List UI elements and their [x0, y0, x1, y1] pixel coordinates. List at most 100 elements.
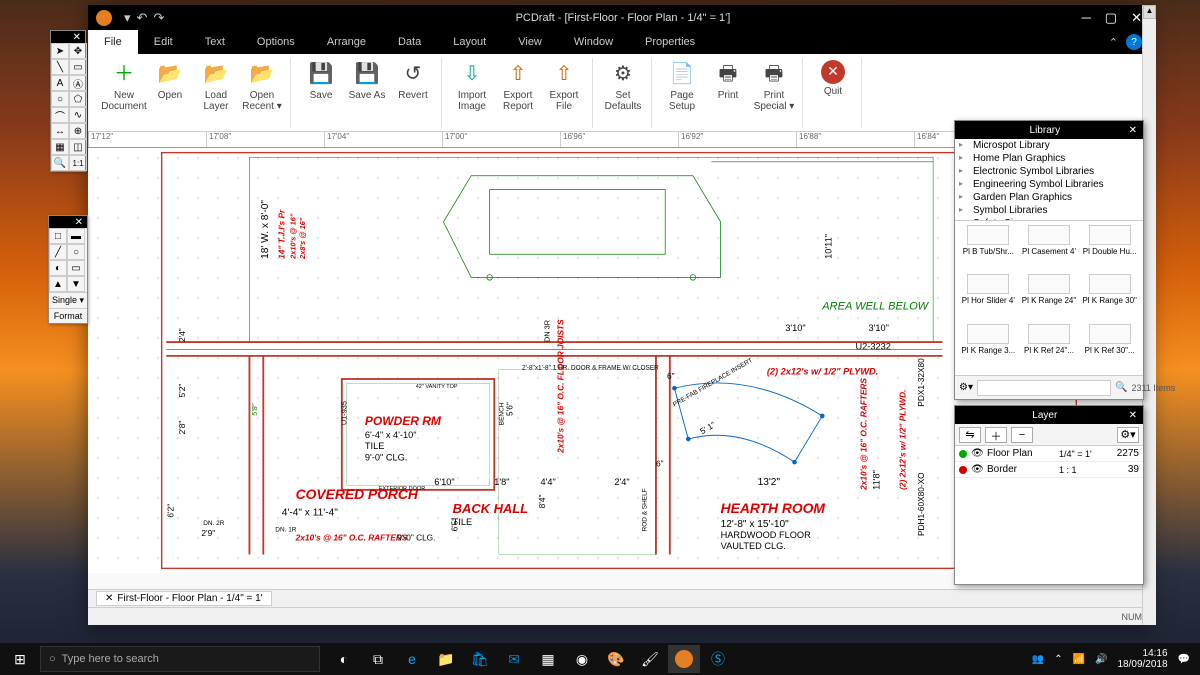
library-search-input[interactable] — [977, 380, 1111, 396]
attr-7[interactable]: ▲ — [49, 276, 67, 292]
tray-up-icon[interactable]: ⌃ — [1054, 654, 1062, 665]
qat-customize-icon[interactable]: ▾ — [124, 10, 131, 26]
layer-panel[interactable]: Layer✕ ⇋ ＋ − ⚙▾ 👁 Floor Plan 1/4" = 1' 2… — [954, 405, 1144, 585]
layer-settings-button[interactable]: ⚙▾ — [1117, 427, 1139, 443]
attr-2[interactable]: ▬ — [67, 228, 85, 244]
lib-tile[interactable]: Pl K Range 30" — [1080, 274, 1139, 321]
chrome-icon[interactable]: ◉ — [566, 645, 598, 673]
menu-arrange[interactable]: Arrange — [311, 30, 382, 54]
menu-properties[interactable]: Properties — [629, 30, 711, 54]
lib-item[interactable]: Microspot Library — [955, 139, 1143, 152]
layer-add-button[interactable]: ＋ — [985, 427, 1007, 443]
layer-close-icon[interactable]: ✕ — [1129, 410, 1137, 421]
redo-icon[interactable]: ↷ — [153, 10, 164, 26]
attr-1[interactable]: □ — [49, 228, 67, 244]
skype-icon[interactable]: Ⓢ — [702, 645, 734, 673]
document-tab[interactable]: ✕ First-Floor - Floor Plan - 1/4" = 1' — [96, 591, 272, 606]
tool-text[interactable]: A — [51, 75, 69, 91]
load-layer-button[interactable]: 📂Load Layer — [194, 58, 238, 112]
lib-item[interactable]: Symbol Libraries — [955, 204, 1143, 217]
menu-options[interactable]: Options — [241, 30, 311, 54]
lib-tile[interactable]: Pl B Tub/Shr... — [959, 225, 1018, 272]
explorer-icon[interactable]: 📁 — [430, 645, 462, 673]
export-file-button[interactable]: ⇧Export File — [542, 58, 586, 112]
lib-tile[interactable]: Pl K Ref 30"... — [1080, 324, 1139, 371]
import-image-button[interactable]: ⇩Import Image — [450, 58, 494, 112]
print-special-button[interactable]: 🖶Print Special ▾ — [752, 58, 796, 112]
attr-6[interactable]: ▭ — [67, 260, 85, 276]
lib-tile[interactable]: Pl Casement 4' — [1020, 225, 1079, 272]
tool-text2[interactable]: Ⓐ — [69, 75, 87, 91]
eye-icon[interactable]: 👁 — [971, 448, 983, 459]
library-close-icon[interactable]: ✕ — [1129, 125, 1137, 136]
tool-marker[interactable]: ⊕ — [69, 123, 87, 139]
pcdraft-icon[interactable] — [668, 645, 700, 673]
layer-link-button[interactable]: ⇋ — [959, 427, 981, 443]
tool-11[interactable]: 1:1 — [69, 155, 87, 171]
new-document-button[interactable]: ＋New Document — [102, 58, 146, 112]
menu-window[interactable]: Window — [558, 30, 629, 54]
start-button[interactable]: ⊞ — [0, 651, 40, 668]
app-icon[interactable]: ▦ — [532, 645, 564, 673]
collapse-ribbon-icon[interactable]: ⌃ — [1109, 36, 1118, 49]
revert-button[interactable]: ↺Revert — [391, 58, 435, 101]
tool-zoom[interactable]: 🔍 — [51, 155, 69, 171]
tool-line[interactable]: ╲ — [51, 59, 69, 75]
palette-close-icon[interactable]: ✕ — [69, 32, 85, 43]
tray-people-icon[interactable]: 👥 — [1032, 654, 1044, 665]
save-as-button[interactable]: 💾Save As — [345, 58, 389, 101]
tool-pan[interactable]: ✥ — [69, 43, 87, 59]
paint-icon[interactable]: 🎨 — [600, 645, 632, 673]
tray-volume-icon[interactable]: 🔊 — [1095, 654, 1107, 665]
undo-icon[interactable]: ↶ — [137, 10, 148, 26]
open-recent-button[interactable]: 📂Open Recent ▾ — [240, 58, 284, 112]
tool-circle[interactable]: ○ — [51, 91, 69, 107]
eye-icon[interactable]: 👁 — [971, 464, 983, 475]
lib-tile[interactable]: Pl Hor Slider 4' — [959, 274, 1018, 321]
minimize-icon[interactable]: ─ — [1082, 10, 1091, 26]
lib-tile[interactable]: Pl K Ref 24"... — [1020, 324, 1079, 371]
save-button[interactable]: 💾Save — [299, 58, 343, 101]
page-setup-button[interactable]: 📄Page Setup — [660, 58, 704, 112]
tray-network-icon[interactable]: 📶 — [1073, 654, 1085, 665]
attribute-palette[interactable]: ✕ □▬ ╱○ ◐▭ ▲▼ Single ▾ Format — [48, 215, 88, 324]
cortana-icon[interactable]: ◐ — [328, 645, 360, 673]
layer-row[interactable]: 👁 Border 1 : 1 39 — [955, 462, 1143, 478]
gear-icon[interactable]: ⚙▾ — [959, 382, 973, 393]
menu-data[interactable]: Data — [382, 30, 437, 54]
notifications-icon[interactable]: 💬 — [1178, 654, 1190, 665]
tool-erase[interactable]: ◫ — [69, 139, 87, 155]
print-button[interactable]: 🖶Print — [706, 58, 750, 101]
mail-icon[interactable]: ✉ — [498, 645, 530, 673]
library-tree[interactable]: Microspot Library Home Plan Graphics Ele… — [955, 139, 1143, 221]
quit-button[interactable]: ✕Quit — [811, 58, 855, 97]
scroll-up-icon[interactable]: ▲ — [1143, 5, 1156, 19]
lib-tile[interactable]: Pl K Range 24" — [1020, 274, 1079, 321]
palette-close-icon[interactable]: ✕ — [71, 217, 87, 228]
attr-5[interactable]: ◐ — [49, 260, 67, 276]
tool-fill[interactable]: ▦ — [51, 139, 69, 155]
lib-tile[interactable]: Pl Double Hu... — [1080, 225, 1139, 272]
attr-4[interactable]: ○ — [67, 244, 85, 260]
taskbar-search[interactable]: ○ Type here to search — [40, 646, 320, 672]
palette-icon[interactable]: 🖌 — [634, 645, 666, 673]
set-defaults-button[interactable]: ⚙Set Defaults — [601, 58, 645, 112]
tool-pointer[interactable]: ➤ — [51, 43, 69, 59]
tool-curve[interactable]: ∿ — [69, 107, 87, 123]
menu-file[interactable]: File — [88, 30, 138, 54]
lib-tile[interactable]: Pl K Range 3... — [959, 324, 1018, 371]
layer-remove-button[interactable]: − — [1011, 427, 1033, 443]
export-report-button[interactable]: ⇧Export Report — [496, 58, 540, 112]
attr-format[interactable]: Format — [49, 308, 87, 323]
menu-text[interactable]: Text — [189, 30, 241, 54]
open-button[interactable]: 📂Open — [148, 58, 192, 101]
taskbar-clock[interactable]: 14:16 18/09/2018 — [1117, 648, 1167, 670]
tools-palette[interactable]: ✕ ➤✥ ╲▭ AⒶ ○⬠ ⌒∿ ↔⊕ ▦◫ 🔍1:1 — [50, 30, 86, 172]
close-icon[interactable]: ✕ — [1131, 10, 1142, 26]
tool-dim[interactable]: ↔ — [51, 123, 69, 139]
tool-polygon[interactable]: ⬠ — [69, 91, 87, 107]
menu-layout[interactable]: Layout — [437, 30, 502, 54]
lib-item[interactable]: Home Plan Graphics — [955, 152, 1143, 165]
lib-item[interactable]: Engineering Symbol Libraries — [955, 178, 1143, 191]
menu-view[interactable]: View — [502, 30, 558, 54]
